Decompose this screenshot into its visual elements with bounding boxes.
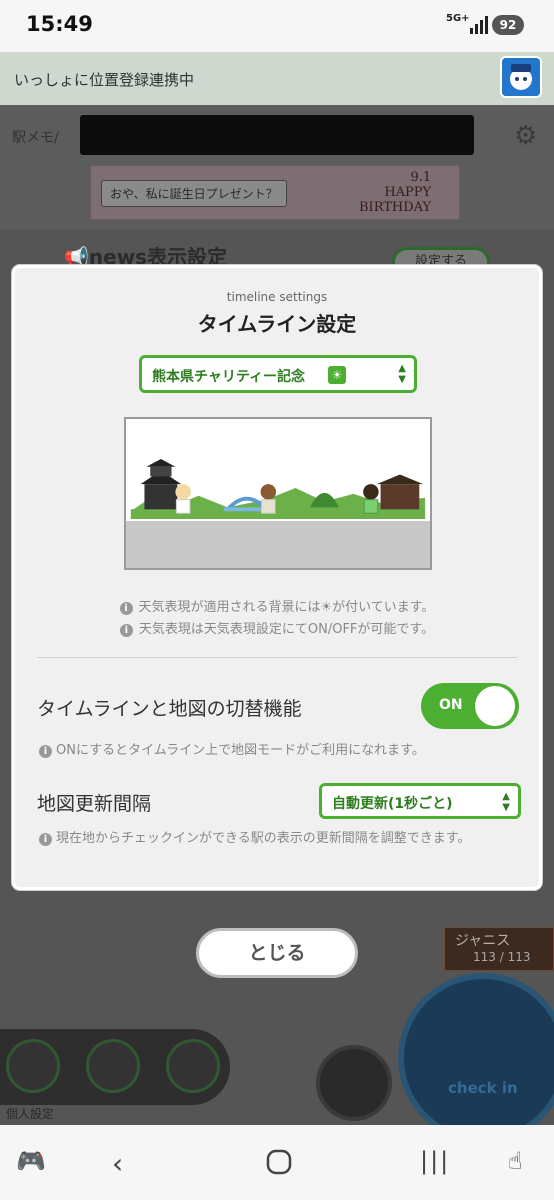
preview-scenery [130, 459, 426, 519]
location-sharing-banner[interactable]: いっしょに位置登録連携中 [0, 52, 554, 105]
map-interval-hint: i 現在地からチェックインができる駅の表示の更新間隔を調整できます。 [39, 830, 519, 847]
bottom-nav [0, 1029, 230, 1105]
back-icon[interactable]: ‹ [112, 1147, 123, 1180]
info-icon: i [39, 833, 52, 846]
banner-message: おや、私に誕生日プレゼント？ [101, 180, 287, 207]
map-interval-select[interactable]: 自動更新(1秒ごと) ▲ ▼ [319, 783, 521, 819]
banner-happy: HAPPY [384, 185, 432, 200]
signal-icon [470, 16, 488, 34]
info-icon: i [119, 602, 133, 615]
location-sharing-text: いっしょに位置登録連携中 [14, 71, 195, 89]
character-badge[interactable]: ジャニス 113 / 113 [444, 927, 554, 971]
checkin-button[interactable]: check in [398, 973, 554, 1143]
map-switch-hint: i ONにするとタイムライン上で地図モードがご利用になれます。 [39, 742, 425, 759]
select-arrows-icon: ▲ ▼ [502, 791, 510, 813]
info-icon: i [39, 745, 52, 758]
clock: 15:49 [26, 12, 93, 36]
game-controller-icon[interactable]: 🎮 [16, 1147, 46, 1175]
list-icon[interactable] [166, 1039, 220, 1093]
selected-interval: 自動更新(1秒ごと) [332, 796, 453, 812]
gear-icon[interactable]: ⚙ [514, 121, 537, 151]
map-switch-label: タイムラインと地図の切替機能 [37, 698, 302, 720]
dialog-subtitle: timeline settings [226, 290, 328, 304]
checkin-label: check in [448, 1079, 518, 1097]
recents-icon[interactable]: ||| [420, 1147, 450, 1175]
birthday-banner[interactable]: おや、私に誕生日プレゼント？ 9.1 HAPPY BIRTHDAY [90, 165, 460, 220]
timeline-settings-dialog: timeline settings タイムライン設定 熊本県チャリティー記念 ☀… [12, 265, 542, 890]
weather-sun-icon: ☀ [328, 366, 346, 384]
timeline-icon[interactable] [86, 1039, 140, 1093]
divider [37, 657, 517, 658]
preview-ground [126, 521, 430, 568]
toggle-state-text: ON [439, 697, 463, 713]
system-nav-bar: 🎮 ‹ ||| ☝ [0, 1125, 554, 1200]
weather-note-2: i 天気表現は天気表現設定にてON/OFFが可能です。 [15, 618, 539, 637]
character-count: 113 / 113 [473, 950, 531, 964]
status-bar: 15:49 5G+ 92 [0, 0, 554, 52]
battery-indicator: 92 [492, 15, 524, 35]
banner-birthday: BIRTHDAY [359, 200, 432, 215]
selected-background: 熊本県チャリティー記念 [152, 369, 306, 385]
redacted-name-box [80, 115, 474, 155]
info-icon: i [119, 624, 133, 637]
map-switch-toggle[interactable]: ON [421, 683, 519, 729]
linked-app-icon[interactable] [500, 56, 542, 98]
banner-birthday-text: 9.1 HAPPY BIRTHDAY [359, 170, 431, 215]
bag-icon[interactable] [316, 1045, 392, 1121]
home-icon[interactable] [6, 1039, 60, 1093]
personal-settings-label: 個人設定 [6, 1107, 55, 1121]
toggle-knob [475, 686, 515, 726]
map-interval-label: 地図更新間隔 [37, 793, 152, 815]
touch-lock-icon[interactable]: ☝ [508, 1147, 523, 1175]
banner-date: 9.1 [410, 170, 432, 185]
character-name: ジャニス [455, 933, 511, 949]
close-button[interactable]: とじる [196, 928, 358, 978]
select-arrows-icon: ▲ ▼ [398, 363, 406, 385]
app-label: 駅メモ/ [12, 130, 59, 146]
network-indicator: 5G+ [446, 13, 470, 24]
weather-note-1: i 天気表現が適用される背景には☀が付いています。 [15, 596, 539, 615]
timeline-background-select[interactable]: 熊本県チャリティー記念 ☀ ▲ ▼ [139, 355, 417, 393]
home-nav-icon[interactable] [266, 1149, 292, 1175]
background-preview [124, 417, 432, 570]
profile-header: 駅メモ/ ⚙ おや、私に誕生日プレゼント？ 9.1 HAPPY BIRTHDAY [0, 105, 554, 230]
dialog-title: タイムライン設定 [197, 312, 357, 336]
